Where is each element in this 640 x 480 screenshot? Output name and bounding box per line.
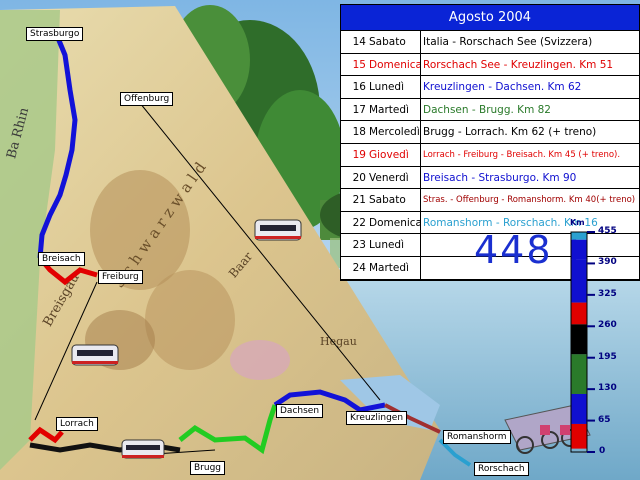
gauge-segment [571, 302, 587, 325]
gauge-segment [571, 259, 587, 303]
gauge-tick-label: 65 [598, 414, 611, 425]
gauge-segment [571, 423, 587, 449]
gauge-tick-label: 325 [598, 288, 617, 299]
gauge-segment [571, 324, 587, 355]
gauge-tick-label: 130 [598, 383, 617, 394]
gauge-segment [571, 232, 587, 240]
km-gauge [570, 231, 595, 453]
gauge-tick-label: 0 [599, 446, 606, 456]
gauge-tick-label: 195 [598, 351, 617, 362]
gauge-segment [571, 393, 587, 424]
gauge-tick-label: 455 [598, 226, 617, 236]
gauge-tick-label: 390 [598, 257, 617, 268]
gauge-tick-label: 260 [598, 320, 617, 331]
gauge-segment [571, 239, 587, 260]
gauge-segment [571, 354, 587, 394]
